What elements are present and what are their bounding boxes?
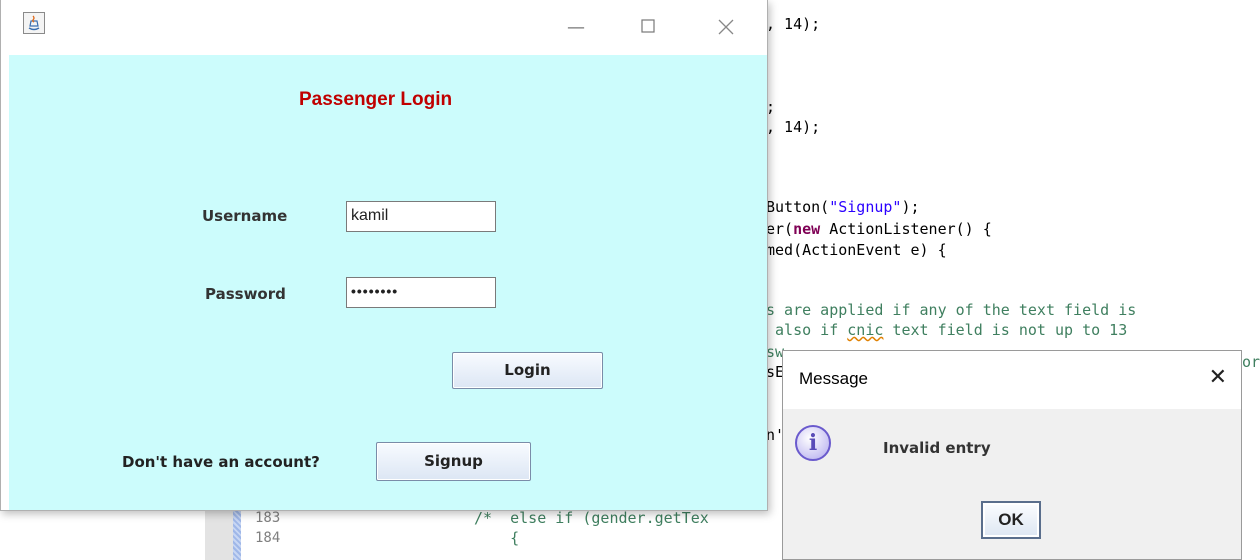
login-window: — Passenger Login Username kamil Passwor… <box>0 0 768 511</box>
editor-gutter <box>205 505 233 560</box>
password-label: Password <box>205 285 286 303</box>
code-fragment: text field is not up to 13 <box>883 321 1128 339</box>
code-fragment: er( <box>766 220 794 238</box>
line-number: 184 <box>255 530 281 546</box>
dialog-message: Invalid entry <box>883 439 991 457</box>
java-app-icon <box>23 12 45 34</box>
line-number: 183 <box>255 510 281 526</box>
signup-button[interactable]: Signup <box>376 442 531 481</box>
code-line: , 14); <box>766 15 821 33</box>
code-comment-line: also if cnic text field is not up to 13 <box>766 320 1127 340</box>
dialog-close-icon[interactable]: ✕ <box>1209 365 1227 390</box>
code-comment-line: /* else if (gender.getTex <box>474 509 709 527</box>
username-input[interactable]: kamil <box>346 201 496 232</box>
code-line: er(new ActionListener() { <box>766 219 992 239</box>
code-line: med(ActionEvent e) { <box>766 241 947 259</box>
editor-change-marker <box>233 505 241 560</box>
no-account-label: Don't have an account? <box>122 453 320 471</box>
login-button[interactable]: Login <box>452 352 603 389</box>
window-titlebar[interactable]: — <box>1 0 767 55</box>
code-fragment: or <box>1242 353 1260 371</box>
password-input[interactable]: •••••••• <box>346 277 496 308</box>
ok-button[interactable]: OK <box>981 501 1041 539</box>
maximize-icon[interactable] <box>638 18 658 38</box>
code-fragment: ActionListener() { <box>820 220 992 238</box>
code-keyword: new <box>793 220 821 238</box>
code-line: , 14); <box>766 118 821 136</box>
code-fragment: ); <box>901 198 920 216</box>
code-line: { <box>474 529 520 547</box>
code-line: Button("Signup"); <box>766 197 920 217</box>
page-title: Passenger Login <box>299 89 453 110</box>
message-dialog: Message ✕ i Invalid entry OK <box>782 350 1242 560</box>
code-spellcheck-word: cnic <box>847 321 884 339</box>
dialog-title: Message <box>799 369 868 388</box>
info-icon: i <box>795 425 831 461</box>
username-label: Username <box>202 207 288 225</box>
minimize-icon[interactable]: — <box>566 18 586 38</box>
dialog-titlebar[interactable]: Message ✕ <box>783 351 1241 409</box>
code-comment-line: s are applied if any of the text field i… <box>766 301 1137 319</box>
close-icon[interactable] <box>716 18 736 38</box>
code-string: "Signup" <box>829 198 902 216</box>
code-fragment: also if <box>766 321 848 339</box>
code-fragment: Button( <box>766 198 830 216</box>
